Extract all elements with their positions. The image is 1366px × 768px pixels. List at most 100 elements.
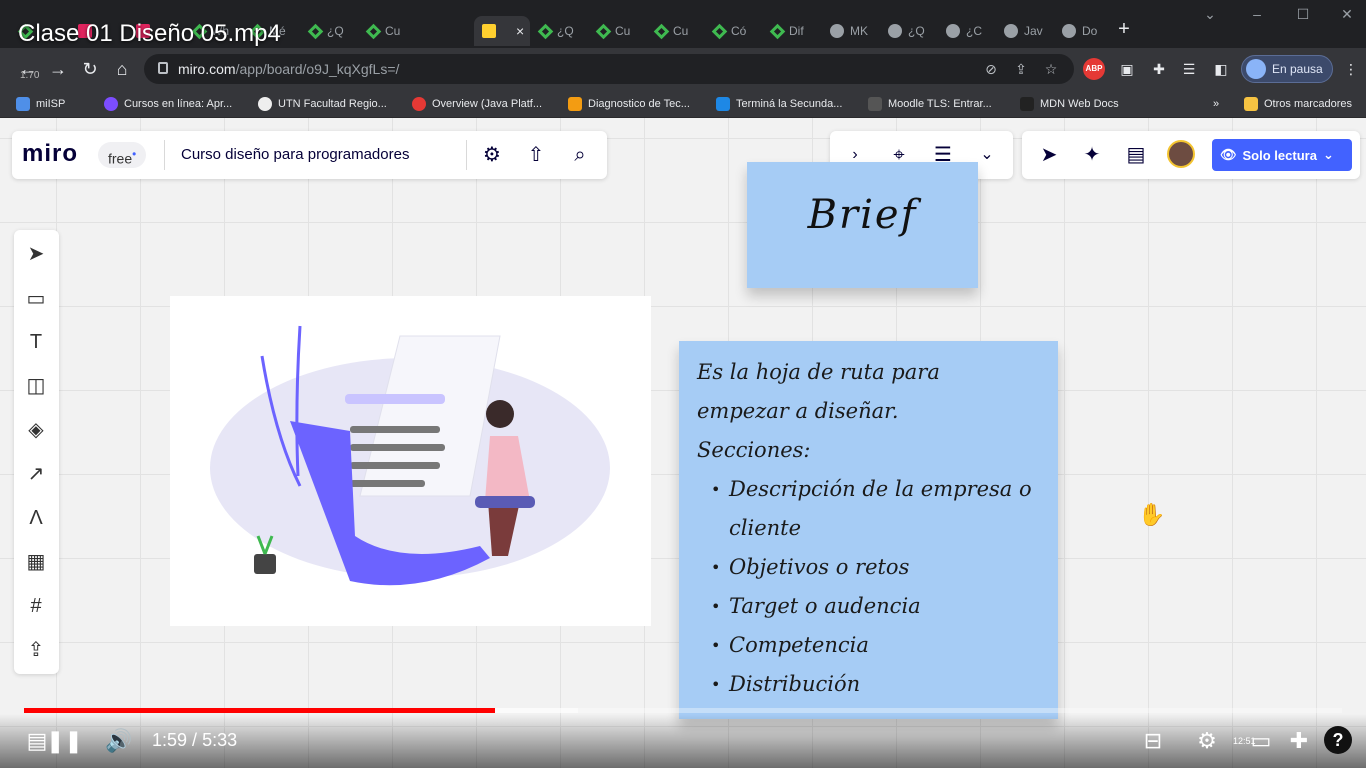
text-tool-icon[interactable]: T [22,328,50,356]
browser-tab[interactable]: Có [706,16,763,46]
tab-icon [307,23,324,39]
pause-icon[interactable]: ❚❚ [46,726,83,756]
hand-cursor-icon: ✋ [1138,502,1166,527]
bookmark-item[interactable]: Moodle TLS: Entrar... [868,95,992,113]
globe-icon [888,24,902,38]
site-blocked-icon[interactable]: ⊘ [982,60,1000,78]
bookmark-star-icon[interactable]: ☆ [1042,60,1060,78]
select-cursor-icon[interactable]: ➤ [22,240,50,268]
search-icon[interactable]: ⌕ [567,142,593,168]
browser-tab[interactable]: ¿Q [532,16,589,46]
miniplayer-icon[interactable]: ▭ [1246,726,1276,756]
extensions-puzzle-icon[interactable]: ✚ [1148,58,1170,80]
browser-tab[interactable]: ¿Q [302,16,359,46]
url-text[interactable]: miro.com/app/board/o9J_kqXgfLs=/ [178,61,399,77]
subtitles-icon[interactable]: ⊟ [1138,726,1168,756]
connection-line-icon[interactable]: ↗ [22,460,50,488]
chevron-down-icon: ⌄ [1322,147,1334,162]
adblock-extension-icon[interactable]: ABP [1083,58,1105,80]
tab-icon [537,23,554,39]
bookmark-item[interactable]: MDN Web Docs [1020,95,1119,113]
export-upload-icon[interactable]: ⇧ [523,142,549,168]
plan-badge[interactable]: free• [98,142,147,168]
illustration-image[interactable] [170,296,651,626]
lock-icon[interactable] [158,62,168,74]
brief-content-sticky-note[interactable]: Es la hoja de ruta para empezar a diseña… [679,341,1058,719]
volume-icon[interactable]: 🔊 [104,726,134,756]
tab-icon [365,23,382,39]
browser-tab[interactable]: ¿Q [880,16,937,46]
profile-status-label: En pausa [1272,62,1323,76]
user-avatar[interactable] [1167,140,1195,168]
bookmark-item[interactable]: Cursos en línea: Apr... [104,95,232,113]
list-item: Competencia [711,626,1037,665]
new-tab-button[interactable]: + [1112,18,1136,42]
maximize-icon[interactable]: ☐ [1293,6,1313,23]
close-window-icon[interactable]: ✕ [1337,6,1357,23]
miro-logo[interactable]: miro [22,140,78,168]
upload-tool-icon[interactable]: ⇪ [22,636,50,664]
browser-tab[interactable]: MK [822,16,879,46]
tab-label: MK [850,24,868,38]
divider [466,140,467,170]
browser-tab[interactable]: Cu [360,16,417,46]
video-progress-bar[interactable] [24,708,1342,713]
bookmarks-overflow-button[interactable]: » [1213,95,1219,113]
browser-tab[interactable]: × [474,16,530,46]
zoom-label: 1.70 [20,70,40,81]
help-button[interactable]: ? [1324,726,1352,754]
browser-tab[interactable]: Dif [764,16,821,46]
profile-paused-button[interactable]: En pausa [1241,55,1333,83]
extension-square-icon[interactable]: ▣ [1116,58,1138,80]
reading-list-icon[interactable]: ☰ [1178,58,1200,80]
view-mode-button[interactable]: 👁 Solo lectura ⌄ [1212,139,1352,171]
brief-sticky-note[interactable]: Brief [747,162,978,288]
frame-tool-icon[interactable]: # [22,592,50,620]
pen-tool-icon[interactable]: Λ [22,504,50,532]
board-title[interactable]: Curso diseño para programadores [181,146,409,163]
follow-cursor-icon[interactable]: ➤ [1036,142,1062,168]
video-progress-fill [24,708,495,713]
bookmark-item[interactable]: miISP [16,95,65,113]
forward-icon[interactable]: → [46,57,70,81]
minimize-icon[interactable]: – [1247,6,1267,22]
fullscreen-exit-icon[interactable]: ✚ [1284,726,1314,756]
browser-tab[interactable]: ¿C [938,16,995,46]
bookmark-item[interactable]: UTN Facultad Regio... [258,95,387,113]
celebrate-icon[interactable]: ✦ [1079,142,1105,168]
browser-tab[interactable]: Cu [648,16,705,46]
address-bar[interactable]: miro.com/app/board/o9J_kqXgfLs=/ ⊘ ⇪ ☆ [144,54,1074,84]
tab-label: Jav [1024,24,1043,38]
browser-tab[interactable]: Jav [996,16,1053,46]
sticky-note-text: Es la hoja de ruta para empezar a diseña… [697,353,1037,704]
sticky-note-tool-icon[interactable]: ◫ [22,372,50,400]
browser-tab[interactable]: Do [1054,16,1111,46]
bookmark-item[interactable]: Overview (Java Platf... [412,95,542,113]
brief-title: Brief [807,192,918,238]
comments-icon[interactable]: ▤ [1123,142,1149,168]
globe-icon [1004,24,1018,38]
home-icon[interactable]: ⌂ [110,57,134,81]
share-icon[interactable]: ⇪ [1012,60,1030,78]
templates-icon[interactable]: ▦ [22,548,50,576]
bookmark-item[interactable]: Diagnostico de Tec... [568,95,690,113]
divider [164,140,165,170]
bookmark-item[interactable]: Terminá la Secunda... [716,95,842,113]
settings-gear-icon[interactable]: ⚙ [1192,726,1222,756]
comment-tool-icon[interactable]: ▭ [22,285,50,313]
reload-icon[interactable]: ↻ [78,57,102,81]
list-item: Distribución [711,665,1037,704]
tab-label: Cu [615,24,631,38]
close-tab-icon[interactable]: × [516,23,524,39]
sections-list: Descripción de la empresa o cliente Obje… [711,470,1037,704]
browser-menu-icon[interactable]: ⋮ [1340,58,1362,80]
browser-tab[interactable]: Cu [590,16,647,46]
side-panel-icon[interactable]: ◧ [1210,58,1232,80]
tab-label: ¿Q [908,24,925,38]
tab-search-icon[interactable]: ⌄ [1200,6,1220,23]
list-item: Descripción de la empresa o cliente [711,470,1037,548]
shapes-tool-icon[interactable]: ◈ [22,416,50,444]
settings-gear-icon[interactable]: ⚙ [479,142,505,168]
other-bookmarks-folder[interactable]: Otros marcadores [1244,95,1352,113]
tab-icon [595,23,612,39]
